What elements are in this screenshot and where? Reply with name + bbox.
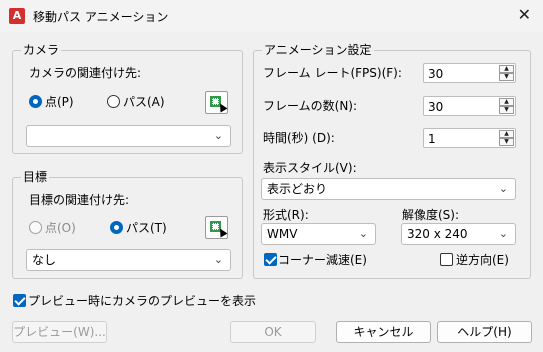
title-bar: A 移動パス アニメーション ✕ <box>0 0 543 32</box>
autocad-app-icon: A <box>9 8 25 24</box>
camera-path-label[interactable]: パス(A) <box>123 95 165 109</box>
chevron-down-icon: ⌄ <box>358 227 368 240</box>
resolution-value: 320 x 240 <box>407 227 468 241</box>
corner-decel-label[interactable]: コーナー減速(E) <box>278 253 367 267</box>
camera-link-label: カメラの関連付け先: <box>29 66 142 80</box>
visual-style-value: 表示どおり <box>267 182 328 196</box>
frame-rate-value: 30 <box>428 67 444 81</box>
target-pick-button[interactable] <box>205 216 228 239</box>
resolution-label: 解像度(S): <box>402 208 460 222</box>
target-point-radio <box>29 221 42 234</box>
camera-point-radio[interactable] <box>29 95 42 108</box>
spin-down-icon[interactable]: ▼ <box>499 106 514 114</box>
frame-rate-spinner[interactable]: 30 ▲ ▼ <box>423 63 516 83</box>
target-link-label: 目標の関連付け先: <box>29 193 130 207</box>
window-title: 移動パス アニメーション <box>33 10 169 24</box>
reverse-checkbox[interactable] <box>440 253 453 266</box>
target-path-select[interactable]: なし ⌄ <box>26 249 231 271</box>
visual-style-label: 表示スタイル(V): <box>263 161 357 175</box>
chevron-down-icon: ⌄ <box>498 227 508 240</box>
format-label: 形式(R): <box>263 208 309 222</box>
duration-spinner[interactable]: 1 ▲ ▼ <box>423 128 516 148</box>
spin-down-icon[interactable]: ▼ <box>499 73 514 81</box>
camera-pick-button[interactable] <box>205 91 228 114</box>
format-value: WMV <box>267 227 298 241</box>
camera-legend: カメラ <box>21 43 62 57</box>
spin-up-icon[interactable]: ▲ <box>499 130 514 138</box>
frame-count-spinner[interactable]: 30 ▲ ▼ <box>423 96 516 116</box>
duration-label: 時間(秒) (D): <box>263 131 335 145</box>
target-legend: 目標 <box>21 170 50 184</box>
frame-count-label: フレームの数(N): <box>263 99 358 113</box>
spin-up-icon[interactable]: ▲ <box>499 65 514 73</box>
camera-point-label[interactable]: 点(P) <box>45 95 74 109</box>
chevron-down-icon: ⌄ <box>213 253 223 266</box>
close-icon[interactable]: ✕ <box>518 6 531 24</box>
target-path-radio[interactable] <box>110 221 123 234</box>
target-path-label[interactable]: パス(T) <box>126 221 167 235</box>
target-path-value: なし <box>32 253 57 267</box>
preview-button: プレビュー(W)... <box>12 321 107 343</box>
target-point-label: 点(O) <box>45 221 76 235</box>
cancel-button[interactable]: キャンセル <box>336 321 431 343</box>
format-select[interactable]: WMV ⌄ <box>261 223 376 245</box>
animation-settings-legend: アニメーション設定 <box>262 43 374 57</box>
spin-up-icon[interactable]: ▲ <box>499 98 514 106</box>
help-button[interactable]: ヘルプ(H) <box>437 321 532 343</box>
corner-decel-checkbox[interactable] <box>264 253 277 266</box>
camera-path-radio[interactable] <box>107 95 120 108</box>
spin-down-icon[interactable]: ▼ <box>499 138 514 146</box>
preview-camera-label[interactable]: プレビュー時にカメラのプレビューを表示 <box>28 294 256 308</box>
frame-rate-label: フレーム レート(FPS)(F): <box>263 66 402 80</box>
frame-count-value: 30 <box>428 100 444 114</box>
duration-value: 1 <box>428 132 436 146</box>
chevron-down-icon: ⌄ <box>213 129 223 142</box>
preview-camera-checkbox[interactable] <box>13 294 26 307</box>
resolution-select[interactable]: 320 x 240 ⌄ <box>401 223 516 245</box>
ok-button: OK <box>230 321 316 343</box>
chevron-down-icon: ⌄ <box>498 182 508 195</box>
camera-path-select[interactable]: ⌄ <box>26 125 231 147</box>
reverse-label[interactable]: 逆方向(E) <box>456 253 509 267</box>
visual-style-select[interactable]: 表示どおり ⌄ <box>261 178 516 200</box>
